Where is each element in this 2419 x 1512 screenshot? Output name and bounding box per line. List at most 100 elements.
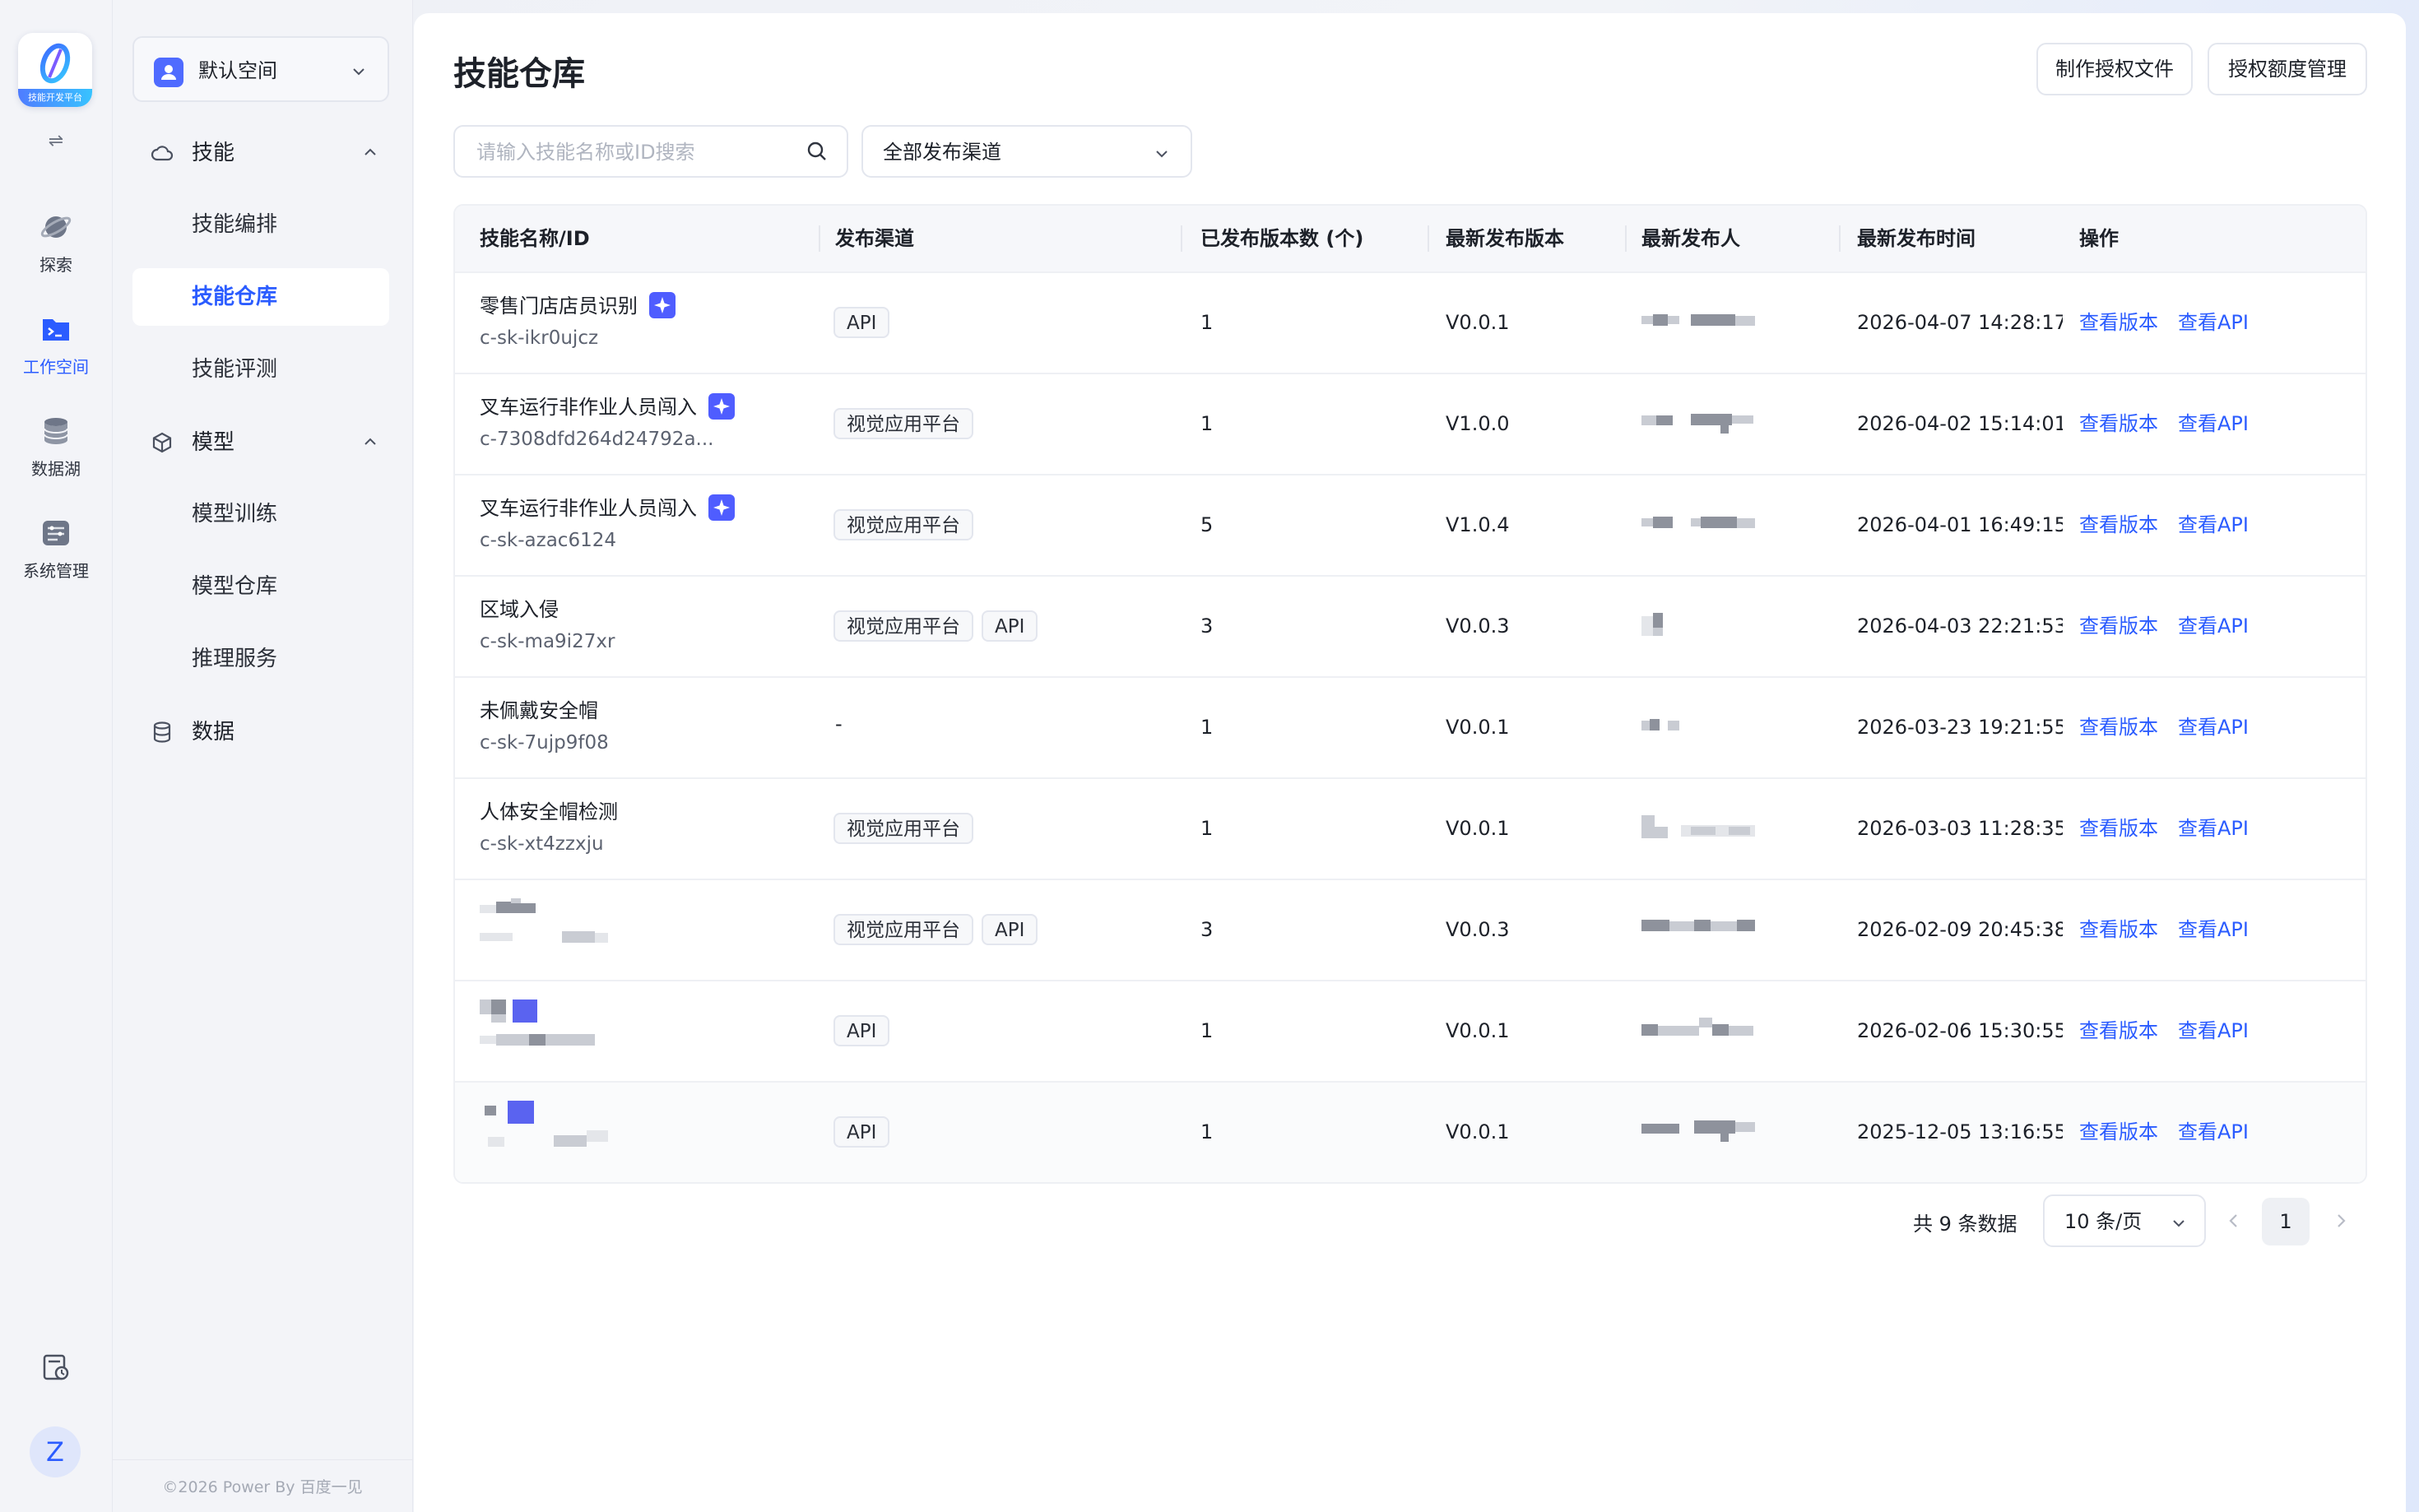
nav-item-inference-service[interactable]: 推理服务 [132, 630, 389, 688]
version-count: 3 [1200, 615, 1214, 638]
skill-name: 叉车运行非作业人员闯入 [480, 497, 697, 520]
view-version-link[interactable]: 查看版本 [2079, 1117, 2158, 1147]
cube-icon [152, 432, 172, 453]
column-header-actions: 操作 [2079, 227, 2119, 250]
pagination-total: 共 9 条数据 [1913, 1213, 2017, 1236]
app-rail: 技能开发平台 ⇌ 探索 工作空间 数据湖 系统管理 Z [0, 0, 113, 1512]
nav-item-label: 技能评测 [192, 357, 278, 382]
planet-icon [40, 216, 72, 238]
prev-page-icon[interactable] [2224, 1209, 2244, 1232]
view-api-link[interactable]: 查看API [2178, 308, 2249, 337]
skill-id: c-7308dfd264d24792a... [480, 429, 714, 450]
nav-group-data[interactable]: 数据 [132, 703, 389, 760]
view-api-link[interactable]: 查看API [2178, 611, 2249, 641]
channel-tags: 视觉应用平台 [833, 813, 982, 844]
version-count: 5 [1200, 513, 1214, 536]
skill-id: c-sk-ikr0ujcz [480, 327, 599, 349]
skill-name: 叉车运行非作业人员闯入 [480, 396, 697, 419]
ai-sparkle-icon [649, 292, 676, 318]
channel-tag: 视觉应用平台 [833, 813, 973, 844]
skill-name-cell: 人体安全帽检测 [480, 797, 618, 827]
table-row: API 1 V0.0.1 2025-12-05 13:16:55 查看版本 查看… [455, 1083, 2366, 1182]
view-version-link[interactable]: 查看版本 [2079, 915, 2158, 944]
table-row: 零售门店店员识别 c-sk-ikr0ujcz API 1 V0.0.1 2026… [455, 273, 2366, 374]
view-api-link[interactable]: 查看API [2178, 1016, 2249, 1046]
view-version-link[interactable]: 查看版本 [2079, 510, 2158, 540]
space-selector[interactable]: 默认空间 [132, 36, 389, 102]
nav-item-model-training[interactable]: 模型训练 [132, 485, 389, 543]
nav-group-models[interactable]: 模型 [132, 413, 389, 471]
make-auth-file-button[interactable]: 制作授权文件 [2036, 43, 2193, 95]
user-avatar[interactable]: Z [30, 1426, 81, 1477]
search-input[interactable] [475, 137, 799, 168]
publish-time: 2025-12-05 13:16:55 [1857, 1120, 2063, 1143]
view-version-link[interactable]: 查看版本 [2079, 712, 2158, 742]
view-version-link[interactable]: 查看版本 [2079, 611, 2158, 641]
nav-item-skill-repository[interactable]: 技能仓库 [132, 268, 389, 326]
nav-group-skills[interactable]: 技能 [132, 123, 389, 181]
publish-time: 2026-03-23 19:21:55 [1857, 716, 2063, 739]
column-divider [1181, 225, 1182, 252]
page-title: 技能仓库 [453, 55, 585, 93]
skill-name-cell: 未佩戴安全帽 [480, 696, 598, 726]
chevron-up-icon [364, 148, 376, 155]
view-api-link[interactable]: 查看API [2178, 712, 2249, 742]
publish-time: 2026-04-03 22:21:53 [1857, 615, 2063, 638]
view-version-link[interactable]: 查看版本 [2079, 409, 2158, 438]
nav-item-skill-evaluation[interactable]: 技能评测 [132, 341, 389, 398]
view-api-link[interactable]: 查看API [2178, 814, 2249, 843]
latest-version: V1.0.4 [1446, 513, 1510, 536]
channel-tags: API [833, 307, 898, 338]
nav-item-skill-orchestration[interactable]: 技能编排 [132, 196, 389, 253]
view-version-link[interactable]: 查看版本 [2079, 1016, 2158, 1046]
publisher-redacted [1641, 613, 1765, 638]
calendar-task-icon[interactable] [39, 1351, 72, 1384]
skill-name-redacted [480, 1101, 611, 1166]
view-api-link[interactable]: 查看API [2178, 510, 2249, 540]
latest-version: V0.0.1 [1446, 1120, 1510, 1143]
column-divider [1428, 225, 1429, 252]
column-header-name: 技能名称/ID [480, 227, 590, 250]
switch-icon[interactable]: ⇌ [43, 132, 69, 151]
app-logo[interactable]: 技能开发平台 [18, 33, 92, 107]
skill-name-cell: 零售门店店员识别 [480, 291, 676, 321]
view-api-link[interactable]: 查看API [2178, 1117, 2249, 1147]
next-page-icon[interactable] [2331, 1209, 2351, 1232]
latest-version: V0.0.1 [1446, 1019, 1510, 1042]
column-header-publisher: 最新发布人 [1641, 227, 1740, 250]
skill-id: c-sk-ma9i27xr [480, 631, 615, 652]
publish-time: 2026-04-02 15:14:01 [1857, 412, 2063, 435]
nav-item-label: 技能仓库 [192, 285, 278, 309]
channel-tag: 视觉应用平台 [833, 914, 973, 945]
view-version-link[interactable]: 查看版本 [2079, 308, 2158, 337]
latest-version: V1.0.0 [1446, 412, 1510, 435]
nav-item-label: 模型训练 [192, 502, 278, 526]
page-number[interactable]: 1 [2262, 1198, 2310, 1245]
version-count: 1 [1200, 412, 1214, 435]
rail-item-system[interactable]: 系统管理 [0, 517, 112, 582]
version-count: 1 [1200, 1019, 1214, 1042]
nav-item-label: 技能编排 [192, 212, 278, 237]
channel-tags: 视觉应用平台 API [833, 914, 1046, 945]
skill-name: 人体安全帽检测 [480, 800, 618, 823]
search-icon[interactable] [806, 140, 829, 163]
view-api-link[interactable]: 查看API [2178, 409, 2249, 438]
channel-filter-select[interactable]: 全部发布渠道 [861, 125, 1192, 178]
channel-tag: API [982, 610, 1038, 642]
nav-item-model-repository[interactable]: 模型仓库 [132, 558, 389, 615]
view-version-link[interactable]: 查看版本 [2079, 814, 2158, 843]
rail-item-datalake[interactable]: 数据湖 [0, 415, 112, 480]
latest-version: V0.0.3 [1446, 918, 1510, 941]
channel-tags: API [833, 1015, 898, 1046]
rail-item-explore[interactable]: 探索 [0, 211, 112, 276]
page-size-select[interactable]: 10 条/页 [2043, 1194, 2206, 1247]
database-icon [153, 721, 171, 743]
publisher-redacted [1641, 1018, 1765, 1042]
chevron-down-icon [2173, 1220, 2185, 1227]
view-api-link[interactable]: 查看API [2178, 915, 2249, 944]
ai-sparkle-icon [708, 393, 735, 420]
auth-quota-button[interactable]: 授权额度管理 [2208, 43, 2367, 95]
publish-time: 2026-04-01 16:49:15 [1857, 513, 2063, 536]
skill-name-redacted [480, 999, 611, 1065]
rail-item-workspace[interactable]: 工作空间 [0, 313, 112, 378]
